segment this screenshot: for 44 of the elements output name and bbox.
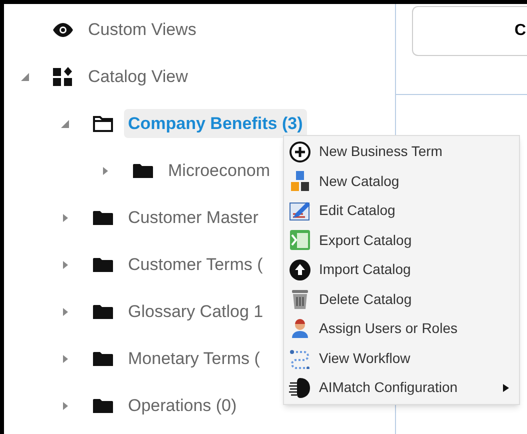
folder-icon <box>93 350 113 366</box>
menu-item[interactable]: Export Catalog <box>284 226 519 255</box>
edit-icon <box>289 200 311 222</box>
blocks-icon <box>289 170 311 192</box>
menu-item[interactable]: New Catalog <box>284 166 519 196</box>
expand-triangle-icon[interactable] <box>60 400 70 410</box>
tree-item[interactable]: Operations (0) <box>124 390 241 420</box>
folder-icon <box>93 304 113 320</box>
menu-item[interactable]: Assign Users or Roles <box>284 314 519 344</box>
tree-item[interactable]: Catalog View <box>84 62 192 92</box>
menu-item[interactable]: Edit Catalog <box>284 196 519 226</box>
expand-triangle-icon[interactable] <box>100 166 110 176</box>
folder-icon <box>133 162 153 178</box>
tree-item[interactable]: Customer Master <box>124 202 262 232</box>
expand-triangle-icon[interactable] <box>60 212 70 222</box>
user-icon <box>289 318 311 340</box>
folder-outline-icon <box>93 116 113 132</box>
card-title: C <box>514 21 526 41</box>
workflow-icon <box>289 347 311 370</box>
dashboard-icon <box>53 66 73 86</box>
eye-icon <box>52 22 74 36</box>
menu-item[interactable]: AIMatch Configuration <box>284 373 519 402</box>
spreadsheet-icon <box>289 229 311 252</box>
tree-item[interactable]: Customer Terms ( <box>124 250 267 280</box>
folder-icon <box>93 398 113 414</box>
menu-item[interactable]: View Workflow <box>284 344 519 373</box>
submenu-arrow-icon <box>503 384 509 392</box>
expand-triangle-icon[interactable] <box>60 260 70 270</box>
tree-item[interactable]: Microeconom <box>164 156 274 186</box>
collapse-triangle-icon[interactable] <box>60 118 70 128</box>
upload-icon <box>289 258 311 281</box>
expand-triangle-icon[interactable] <box>60 354 70 364</box>
menu-item[interactable]: Import Catalog <box>284 255 519 284</box>
collapse-triangle-icon[interactable] <box>20 72 30 82</box>
folder-icon <box>93 256 113 272</box>
tree-item[interactable]: Glossary Catlog 1 <box>124 296 268 326</box>
expand-triangle-icon[interactable] <box>60 306 70 316</box>
menu-item[interactable]: New Business Term <box>284 137 519 166</box>
tree-item[interactable]: Custom Views <box>84 14 200 44</box>
menu-item[interactable]: Delete Catalog <box>284 284 519 314</box>
tree-item[interactable]: Monetary Terms ( <box>124 344 264 374</box>
trash-icon <box>289 288 311 310</box>
plus-circle-icon <box>289 140 311 163</box>
folder-icon <box>93 210 113 226</box>
